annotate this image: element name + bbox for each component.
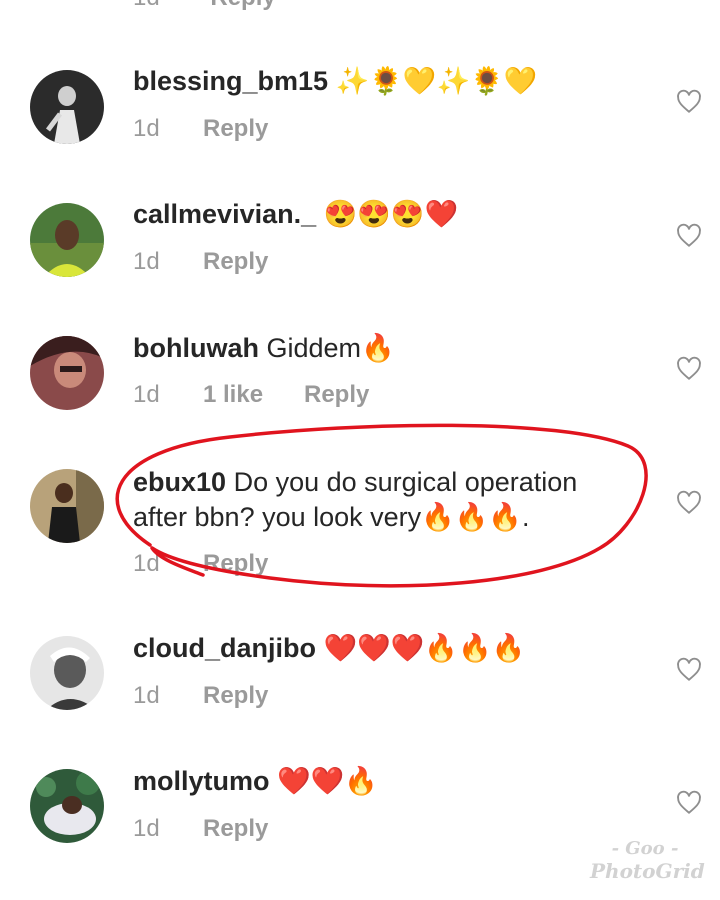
reply-button[interactable]: Reply: [203, 248, 268, 275]
watermark-line1: - Goo -: [611, 838, 679, 859]
heart-outline-icon[interactable]: [676, 790, 702, 816]
reply-button[interactable]: Reply: [210, 0, 275, 11]
comment-time: 1d: [133, 381, 160, 408]
reply-button[interactable]: Reply: [203, 115, 268, 142]
comment-meta: 1d 1 like Reply: [133, 381, 369, 409]
comment-text: mollytumo ❤️❤️🔥: [133, 764, 623, 799]
comment-username[interactable]: callmevivian._: [133, 199, 316, 229]
avatar[interactable]: [30, 769, 104, 843]
comment-username[interactable]: bohluwah: [133, 333, 259, 363]
comment-text: ebux10 Do you do surgical operation afte…: [133, 465, 623, 535]
comment-time: 1d: [133, 0, 160, 11]
comment-meta: 1d Reply: [133, 115, 268, 143]
heart-outline-icon[interactable]: [676, 490, 702, 516]
avatar[interactable]: [30, 203, 104, 277]
comment-username[interactable]: ebux10: [133, 467, 226, 497]
comment-time: 1d: [133, 815, 160, 842]
photogrid-watermark: - Goo - PhotoGrid: [590, 838, 705, 883]
heart-outline-icon[interactable]: [676, 657, 702, 683]
comment-text: cloud_danjibo ❤️❤️❤️🔥🔥🔥: [133, 631, 623, 666]
comment-meta: 1d Reply: [133, 248, 268, 276]
reply-button[interactable]: Reply: [203, 815, 268, 842]
comment-time: 1d: [133, 115, 160, 142]
reply-button[interactable]: Reply: [304, 381, 369, 408]
like-count[interactable]: 1 like: [203, 381, 304, 409]
comment-text: callmevivian._ 😍😍😍❤️: [133, 197, 623, 232]
comment-message: Giddem🔥: [266, 333, 395, 363]
comment-time: 1d: [133, 682, 160, 709]
avatar[interactable]: [30, 636, 104, 710]
comment-message: ✨🌻💛✨🌻💛: [335, 66, 538, 96]
comment-meta: 1d Reply: [133, 815, 268, 843]
comment-text: blessing_bm15 ✨🌻💛✨🌻💛: [133, 64, 623, 99]
comment-meta: 1d Reply: [133, 550, 268, 578]
heart-outline-icon[interactable]: [676, 223, 702, 249]
watermark-line2: PhotoGrid: [590, 859, 705, 883]
reply-button[interactable]: Reply: [203, 550, 268, 577]
avatar[interactable]: [30, 469, 104, 543]
heart-outline-icon[interactable]: [676, 356, 702, 382]
comment-username[interactable]: cloud_danjibo: [133, 633, 316, 663]
comment-meta: 1d Reply: [133, 682, 268, 710]
comment-time: 1d: [133, 550, 160, 577]
comment-username[interactable]: mollytumo: [133, 766, 270, 796]
comment-message: 😍😍😍❤️: [323, 199, 459, 229]
avatar[interactable]: [30, 336, 104, 410]
heart-outline-icon[interactable]: [676, 89, 702, 115]
partial-comment-meta: 1d Reply: [133, 0, 276, 12]
comment-message: ❤️❤️🔥: [277, 766, 378, 796]
reply-button[interactable]: Reply: [203, 682, 268, 709]
comment-time: 1d: [133, 248, 160, 275]
comment-username[interactable]: blessing_bm15: [133, 66, 328, 96]
comment-text: bohluwah Giddem🔥: [133, 331, 623, 366]
comment-message: ❤️❤️❤️🔥🔥🔥: [323, 633, 526, 663]
avatar[interactable]: [30, 70, 104, 144]
